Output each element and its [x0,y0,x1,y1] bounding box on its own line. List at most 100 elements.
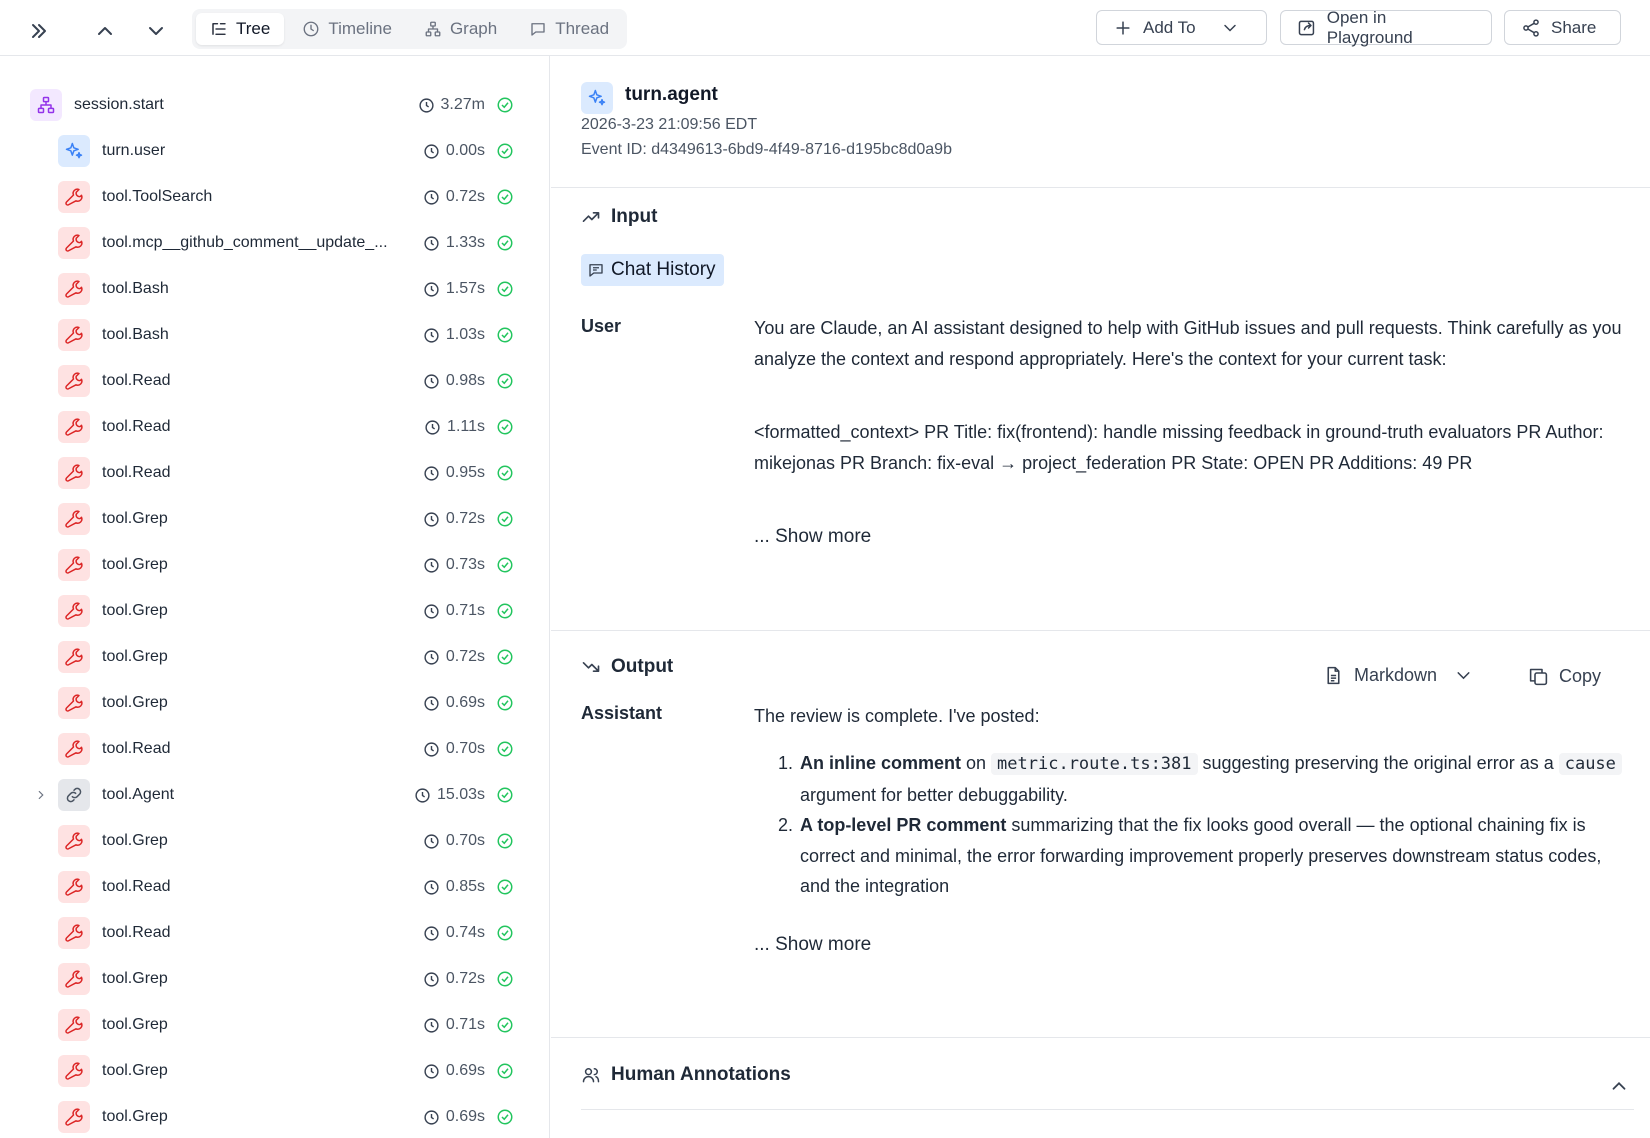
output-show-more[interactable]: ... Show more [754,934,871,956]
tree-row[interactable]: tool.Read 0.98s [0,358,549,404]
clock-icon [424,833,439,849]
tree-row[interactable]: tool.Read 0.95s [0,450,549,496]
tree-node-duration: 0.98s [423,372,485,390]
tab-thread[interactable]: Thread [515,13,623,45]
wrench-icon [58,181,90,213]
tree-node-duration: 0.70s [423,740,485,758]
tree-node-duration: 1.03s [423,326,485,344]
expand-sidebar-icon[interactable] [24,16,54,46]
wrench-icon [58,411,90,443]
tree-row[interactable]: tool.Grep 0.72s [0,956,549,1002]
duration-value: 0.85s [445,878,485,895]
tree-row[interactable]: tool.Grep 0.71s [0,1002,549,1048]
tree-row-root[interactable]: session.start 3.27m [0,82,549,128]
list-number: 2. [778,815,794,835]
chevron-down-icon [1223,24,1236,32]
tree-node-duration: 0.70s [423,832,485,850]
format-select[interactable]: Markdown [1323,665,1474,686]
graph-icon [425,21,441,37]
users-icon [582,1068,600,1083]
tree-row[interactable]: tool.mcp__github_comment__update_... 1.33… [0,220,549,266]
tree-row[interactable]: tool.Read 0.74s [0,910,549,956]
chevron-up-icon[interactable] [1607,1074,1631,1098]
document-icon [1327,666,1340,685]
tree-node-duration: 0.00s [423,142,485,160]
tree-row[interactable]: tool.Read 0.70s [0,726,549,772]
tree-row[interactable]: tool.Bash 1.03s [0,312,549,358]
add-to-button[interactable]: Add To [1096,10,1267,45]
copy-button[interactable]: Copy [1528,666,1601,687]
output-intro: The review is complete. I've posted: [754,706,1040,726]
tree-row[interactable]: tool.Grep 0.69s [0,1048,549,1094]
tree-node-name: tool.Agent [102,786,175,803]
input-paragraph: You are Claude, an AI assistant designed… [754,318,1622,369]
chevron-up-icon[interactable] [90,16,120,46]
message-icon [589,264,603,277]
tree-row[interactable]: tool.Bash 1.57s [0,266,549,312]
check-circle-icon [497,419,513,435]
annotations-section-title[interactable]: Human Annotations [581,1064,791,1086]
duration-value: 0.95s [445,464,485,481]
divider [551,630,1650,631]
clock-icon [424,1109,439,1125]
tree-row[interactable]: tool.Read 1.11s [0,404,549,450]
tree-row[interactable]: tool.Grep 0.70s [0,818,549,864]
event-title: turn.agent [625,84,718,105]
check-circle-icon [497,649,513,665]
view-tabs: Tree Timeline Graph Thread [192,9,628,49]
tree-row[interactable]: tool.Read 0.85s [0,864,549,910]
chevron-down-icon[interactable] [141,16,171,46]
tree-row[interactable]: tool.Grep 0.69s [0,1094,549,1138]
duration-value: 0.71s [445,1016,485,1033]
tree-node-duration: 3.27m [418,96,485,114]
tab-label: Tree [236,19,271,38]
copy-icon [1529,668,1548,686]
tab-graph[interactable]: Graph [410,13,511,45]
tree-node-duration: 0.69s [423,1062,485,1080]
format-label: Markdown [1354,665,1438,685]
tree-row[interactable]: turn.user 0.00s [0,128,549,174]
tree-row[interactable]: tool.Agent 15.03s [0,772,549,818]
clock-icon [424,327,439,343]
wrench-icon [58,549,90,581]
check-circle-icon [497,327,513,343]
tree-row[interactable]: tool.Grep 0.72s [0,496,549,542]
chevron-right-icon[interactable] [34,788,48,802]
tree-row[interactable]: tool.Grep 0.69s [0,680,549,726]
trending-down-icon [582,662,600,672]
tree-row[interactable]: tool.Grep 0.72s [0,634,549,680]
tree-node-duration: 0.85s [423,878,485,896]
list-bold: A top-level PR comment [800,815,1007,835]
tab-tree[interactable]: Tree [196,13,285,45]
thread-icon [531,23,545,36]
input-section-title: Input [581,206,657,228]
check-circle-icon [497,787,513,803]
input-show-more[interactable]: ... Show more [754,526,871,548]
check-circle-icon [497,97,513,113]
tab-timeline[interactable]: Timeline [288,13,406,45]
tree-row[interactable]: tool.Grep 0.73s [0,542,549,588]
duration-value: 1.11s [447,418,485,435]
check-circle-icon [497,465,513,481]
duration-value: 0.69s [445,694,485,711]
wrench-icon [58,365,90,397]
tree-node-name: tool.Grep [102,694,168,711]
tab-label: Thread [555,19,610,38]
wrench-icon [58,1101,90,1133]
chat-history-chip[interactable]: Chat History [581,254,724,286]
tree-node-duration: 0.71s [423,602,485,620]
tree-row[interactable]: tool.Grep 0.71s [0,588,549,634]
share-button[interactable]: Share [1504,10,1621,45]
open-in-playground-button[interactable]: Open in Playground [1280,8,1492,47]
clock-icon [424,1017,439,1033]
input-role: User [581,316,622,336]
duration-value: 1.57s [445,280,485,297]
tree-row[interactable]: tool.ToolSearch 0.72s [0,174,549,220]
clock-icon [424,235,439,251]
plus-icon [1116,20,1130,35]
check-circle-icon [497,281,513,297]
list-text: argument for better debuggability. [800,784,1068,805]
tree-node-name: tool.Read [102,740,171,757]
output-role: Assistant [581,703,663,723]
tree-node-name: tool.Read [102,372,171,389]
